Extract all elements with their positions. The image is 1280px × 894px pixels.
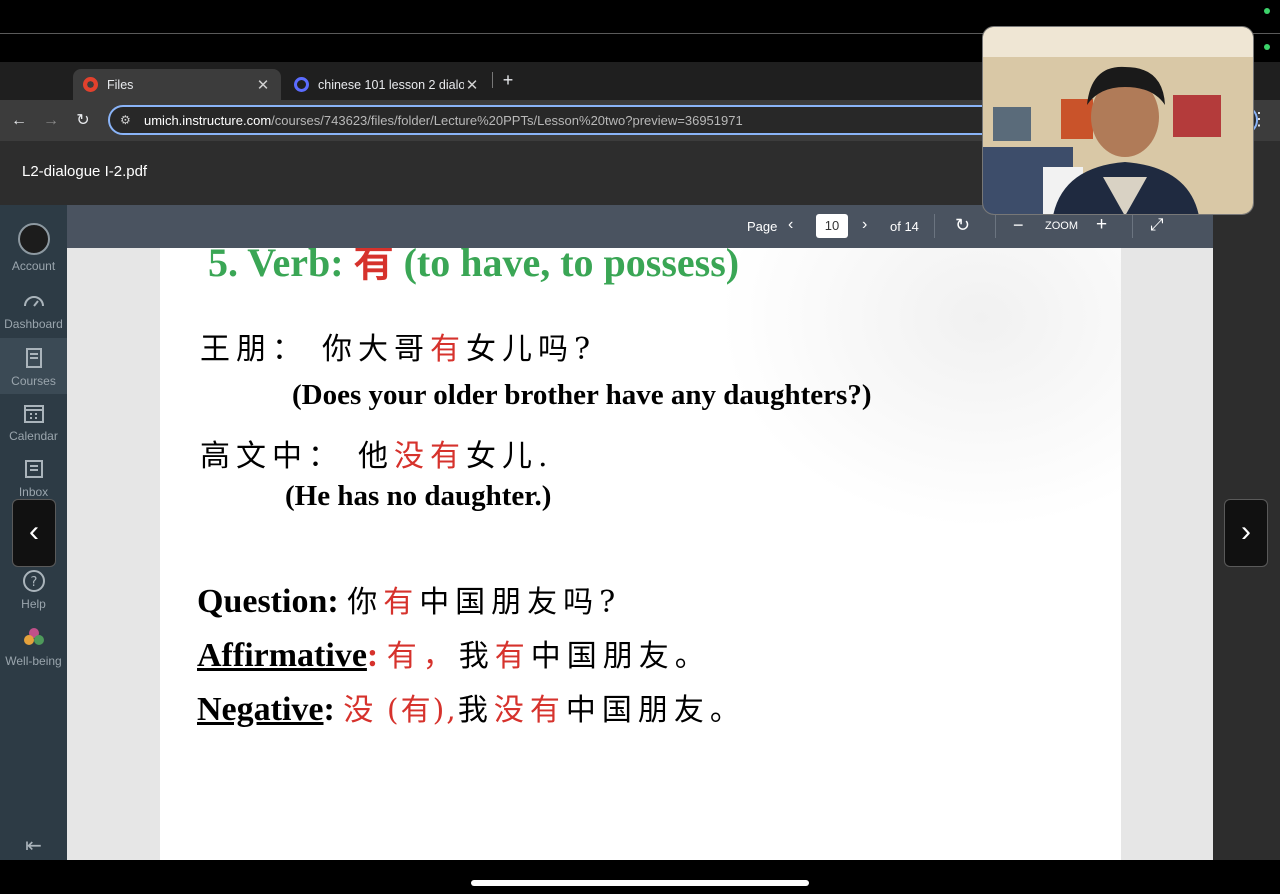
wellbeing-icon [23,628,44,645]
colon: : [366,637,379,674]
page-label: Page [747,219,778,234]
highlight-you: 有 [430,332,466,367]
rotate-icon[interactable]: ↻ [955,215,970,236]
question-line: Question: 你有中国朋友吗? [197,577,621,621]
sentence-part: 中国朋友。 [565,693,746,728]
help-icon: ? [22,570,45,592]
affirmative-label: Affirmative [197,637,367,674]
forward-arrow-icon[interactable]: → [40,110,62,132]
sentence-part: 中国朋友。 [530,639,711,674]
sidebar-item-label: Inbox [18,485,49,499]
toolbar-divider [1132,214,1133,238]
sidebar-item-calendar[interactable]: Calendar [0,401,67,443]
sentence-part: 女儿. [466,439,554,474]
sidebar-item-label: Courses [11,374,56,388]
dashboard-icon [23,296,44,307]
status-dot [1264,44,1270,50]
url-path: /courses/743623/files/folder/Lecture%20P… [271,112,743,128]
affirmative-line: Affirmative: 有，我有中国朋友。 [197,631,711,675]
speaker-gao-wenzhong: 高文中： [200,439,344,474]
close-tab-icon[interactable]: ✕ [255,76,271,94]
back-arrow-icon[interactable]: ← [8,110,30,132]
highlight-meiyou: 没有 [394,439,466,474]
translation-1: (Does your older brother have any daught… [292,379,872,411]
zoom-label: ZOOM [1045,220,1078,232]
webcam-feed-image [983,27,1253,214]
sentence-part: 我 [457,693,494,728]
dialogue-line-2: 高文中： 他没有女儿. [200,431,554,475]
toolbar-divider [995,214,996,238]
zoom-out-button[interactable]: − [1013,215,1024,236]
highlight-you: 有 [383,585,420,620]
highlight-you: 有 [494,639,531,674]
fullscreen-icon[interactable]: ⤢ [1150,215,1164,235]
heading-number: 5. Verb: [208,248,354,285]
video-call-overlay[interactable] [982,26,1254,215]
status-dot [1264,8,1270,14]
sentence-part: 我 [458,639,495,674]
collapse-nav-icon[interactable]: ⇤ [0,833,67,858]
previous-page-button[interactable]: ‹ [788,216,793,234]
tab-separator [492,72,493,88]
site-settings-icon[interactable]: ⚙ [120,113,134,127]
sentence-part: 中国朋友吗? [419,585,622,620]
sidebar-item-inbox[interactable]: Inbox [0,457,67,499]
dialogue-line-1: 王朋： 你大哥有女儿吗? [200,324,596,368]
bottom-bar [0,860,1280,894]
url-domain: umich.instructure.com [144,112,272,128]
translation-2: (He has no daughter.) [285,480,552,512]
colon: : [327,583,339,620]
pdf-page: 5. Verb: 有 (to have, to possess) 王朋： 你大哥有… [160,248,1121,860]
tab-title: Files [107,77,134,92]
speaker-wang-peng: 王朋： [200,332,308,367]
sentence-part: 你 [347,585,384,620]
previous-file-button[interactable]: ‹ [12,499,56,567]
sidebar-item-well-being[interactable]: Well-being [0,626,67,668]
sidebar-item-account[interactable]: Account [0,223,67,273]
sidebar-item-courses[interactable]: Courses [0,338,67,394]
canvas-icon [83,77,98,92]
sentence-part: 你大哥 [322,332,430,367]
courses-icon [25,348,42,368]
sidebar-item-help[interactable]: ? Help [0,569,67,611]
tab-title: chinese 101 lesson 2 dialogue [318,77,464,92]
calendar-icon [23,405,44,423]
colon: : [323,691,335,728]
toolbar-divider [934,214,935,238]
highlight-meiyou: 没有 [493,693,566,728]
search-icon [294,77,309,92]
sidebar-item-label: Help [21,597,46,611]
zoom-in-button[interactable]: + [1096,214,1107,236]
account-icon [17,223,50,255]
sentence-part: 他 [358,439,394,474]
page-total: of 14 [890,219,919,234]
tab-chinese-search[interactable]: chinese 101 lesson 2 dialogue ✕ [284,69,490,100]
document-title: L2-dialogue I-2.pdf [22,163,148,180]
sidebar-item-label: Well-being [5,654,62,668]
sentence-part: 女儿吗? [466,332,597,367]
highlight-mei-you: 没 (有), [343,693,458,728]
close-tab-icon[interactable]: ✕ [464,76,480,94]
page-number-input[interactable]: 10 [816,214,848,238]
sidebar-item-label: Calendar [9,429,58,443]
sidebar-item-label: Account [11,259,56,273]
new-tab-button[interactable]: + [498,70,518,90]
heading-cjk: 有 [353,248,394,286]
sidebar-item-label: Dashboard [4,317,63,331]
inbox-icon [24,460,43,478]
heading-rest: (to have, to possess) [393,248,740,285]
negative-label: Negative [197,691,324,728]
highlight-you: 有， [386,639,459,674]
svg-text:?: ? [30,575,37,590]
sidebar-item-dashboard[interactable]: Dashboard [0,289,67,331]
tab-files[interactable]: Files ✕ [73,69,281,100]
home-indicator[interactable] [471,880,809,886]
next-page-button[interactable]: › [862,216,867,234]
negative-line: Negative: 没 (有),我没有中国朋友。 [197,685,746,729]
reload-icon[interactable]: ↻ [72,110,94,132]
next-file-button[interactable]: › [1224,499,1268,567]
slide-heading: 5. Verb: 有 (to have, to possess) [208,248,739,288]
question-label: Question [197,583,328,620]
